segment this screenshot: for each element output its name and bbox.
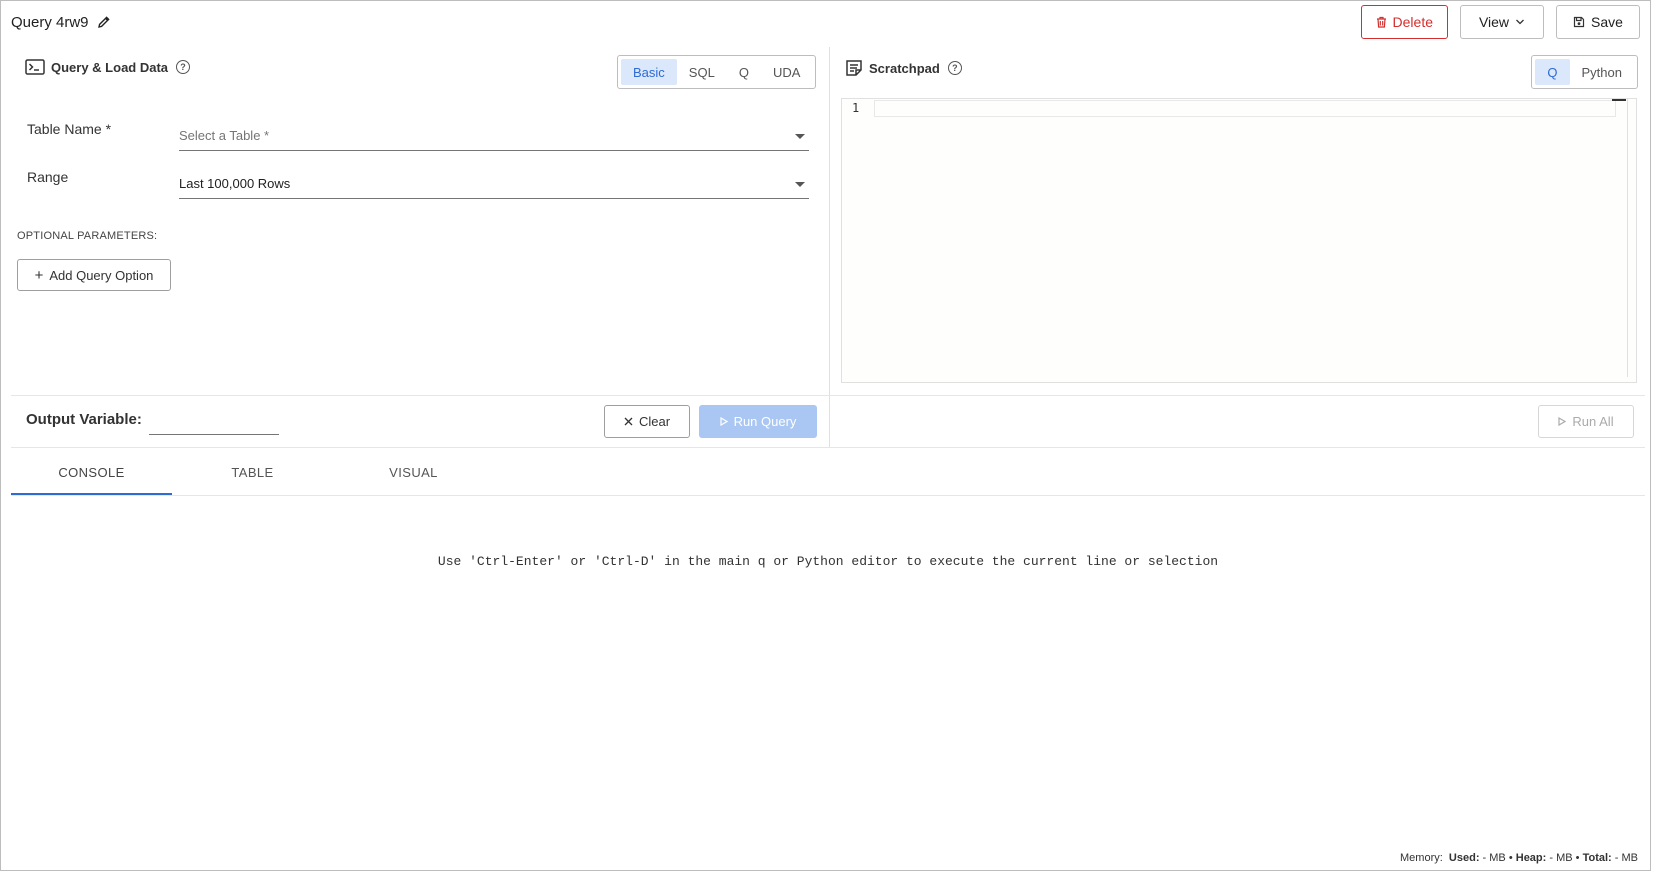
panel-divider [829, 47, 830, 447]
line-number: 1 [852, 101, 860, 115]
help-icon[interactable]: ? [176, 60, 191, 74]
range-row: Range Last 100,000 Rows [27, 163, 817, 203]
memory-heap-label: Heap: [1515, 852, 1547, 864]
query-mode-toggle: Basic SQL Q UDA [617, 55, 817, 89]
editor-scrollbar[interactable] [1627, 99, 1628, 377]
play-icon [1558, 417, 1567, 426]
header-actions: Delete View Save [1360, 5, 1640, 39]
memory-label: Memory: [1400, 852, 1443, 864]
clear-button[interactable]: Clear [604, 405, 690, 438]
save-label: Save [1591, 14, 1623, 30]
tab-console[interactable]: CONSOLE [11, 449, 172, 495]
notes-icon [846, 60, 862, 76]
section-divider [11, 395, 1645, 396]
view-label: View [1478, 14, 1510, 30]
console-message: Use 'Ctrl-Enter' or 'Ctrl-D' in the main… [437, 554, 1219, 569]
memory-used-label: Used: [1448, 852, 1480, 864]
memory-total-value: - MB [1614, 852, 1638, 864]
optional-parameters-label: OPTIONAL PARAMETERS: [17, 230, 158, 242]
plus-icon: + [34, 266, 44, 284]
mode-basic[interactable]: Basic [621, 59, 677, 85]
delete-button[interactable]: Delete [1360, 5, 1448, 39]
query-panel-title: Query & Load Data [51, 59, 169, 75]
add-query-option-label: Add Query Option [49, 267, 154, 283]
memory-used-value: - MB [1482, 852, 1506, 864]
table-name-select[interactable]: Select a Table * [179, 121, 809, 151]
memory-heap-value: - MB [1549, 852, 1573, 864]
tab-table[interactable]: TABLE [172, 449, 333, 495]
delete-label: Delete [1392, 14, 1433, 30]
dropdown-arrow-icon [795, 182, 805, 187]
terminal-icon [25, 59, 45, 75]
section-divider [11, 447, 1645, 448]
run-all-label: Run All [1572, 414, 1614, 429]
clear-label: Clear [638, 414, 671, 429]
mode-sql[interactable]: SQL [677, 59, 727, 85]
run-query-button[interactable]: Run Query [699, 405, 817, 438]
scratchpad-editor[interactable]: 1 [841, 98, 1637, 383]
mode-python[interactable]: Python [1570, 59, 1634, 85]
editor-gutter: 1 [842, 99, 874, 382]
range-select[interactable]: Last 100,000 Rows [179, 169, 809, 199]
run-query-label: Run Query [733, 414, 797, 429]
trash-icon [1376, 16, 1386, 28]
range-value: Last 100,000 Rows [179, 176, 291, 191]
dropdown-arrow-icon [795, 134, 805, 139]
mode-q[interactable]: Q [727, 59, 761, 85]
page-title: Query 4rw9 [11, 13, 89, 31]
table-name-placeholder: Select a Table * [179, 128, 270, 143]
add-query-option-button[interactable]: + Add Query Option [17, 259, 171, 291]
run-all-button[interactable]: Run All [1538, 405, 1634, 438]
output-variable-label: Output Variable: [26, 411, 142, 428]
title-row: Query 4rw9 [11, 11, 111, 33]
output-variable-input[interactable] [149, 409, 279, 435]
scratchpad-header: Scratchpad ? [845, 59, 962, 77]
chevron-down-icon [1516, 19, 1525, 25]
close-icon [624, 417, 633, 426]
table-name-row: Table Name * Select a Table * [27, 115, 817, 155]
range-label: Range [27, 169, 69, 185]
output-tabs: CONSOLE TABLE VISUAL [11, 449, 494, 495]
tabs-divider [11, 495, 1645, 496]
mode-uda[interactable]: UDA [761, 59, 812, 85]
query-panel: Query & Load Data ? Basic SQL Q UDA Tabl… [11, 47, 829, 447]
query-panel-header: Query & Load Data ? [25, 59, 191, 75]
memory-status: Memory: Used: - MB • Heap: - MB • Total:… [1400, 852, 1638, 864]
help-icon[interactable]: ? [947, 61, 962, 75]
current-line [874, 100, 1616, 117]
memory-total-label: Total: [1582, 852, 1612, 864]
save-button[interactable]: Save [1556, 5, 1640, 39]
view-button[interactable]: View [1460, 5, 1544, 39]
tab-visual[interactable]: VISUAL [333, 449, 494, 495]
query-window: Query 4rw9 Delete View Save Query & Load… [0, 0, 1651, 871]
pencil-icon[interactable] [97, 15, 111, 29]
scratchpad-title: Scratchpad [869, 60, 940, 76]
mode-q[interactable]: Q [1535, 59, 1570, 85]
table-name-label: Table Name * [27, 121, 112, 137]
editor-scroll-thumb[interactable] [1612, 99, 1626, 101]
scratchpad-mode-toggle: Q Python [1531, 55, 1638, 89]
save-icon [1573, 16, 1585, 28]
play-icon [719, 417, 728, 426]
